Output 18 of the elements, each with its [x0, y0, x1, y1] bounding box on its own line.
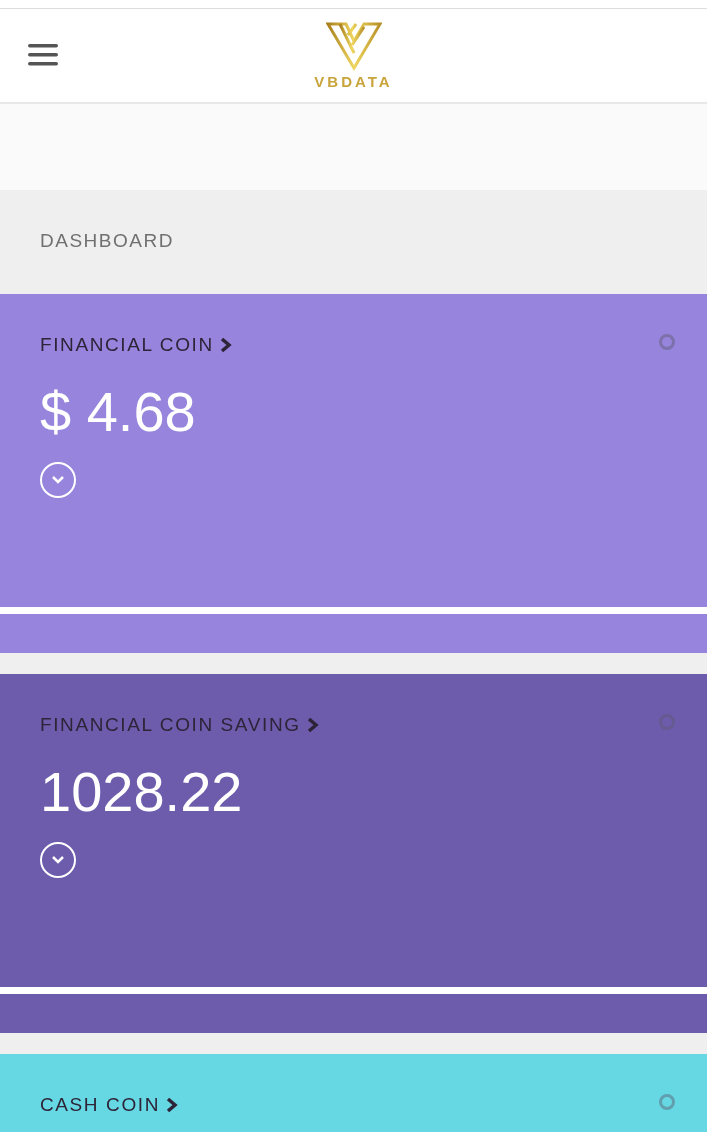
chevron-right-icon [306, 717, 319, 733]
chevron-right-icon [165, 1097, 178, 1113]
card-value: $ 4.68 [40, 384, 197, 440]
section-title: DASHBOARD [40, 230, 175, 252]
expand-button[interactable] [40, 462, 76, 498]
card-title-link[interactable]: FINANCIAL COIN SAVING [40, 714, 319, 736]
card-value: 1028.22 [40, 764, 244, 820]
card-title-link[interactable]: CASH COIN [40, 1094, 178, 1116]
circle-icon [659, 714, 675, 730]
circle-icon [659, 334, 675, 350]
chevron-down-icon [51, 855, 65, 865]
logo-icon [325, 21, 382, 71]
expand-button[interactable] [40, 842, 76, 878]
chevron-down-icon [51, 475, 65, 485]
logo-text: VBDATA [314, 73, 393, 90]
card-title-link[interactable]: FINANCIAL COIN [40, 334, 232, 356]
chevron-right-icon [219, 337, 232, 353]
circle-icon [659, 1094, 675, 1110]
